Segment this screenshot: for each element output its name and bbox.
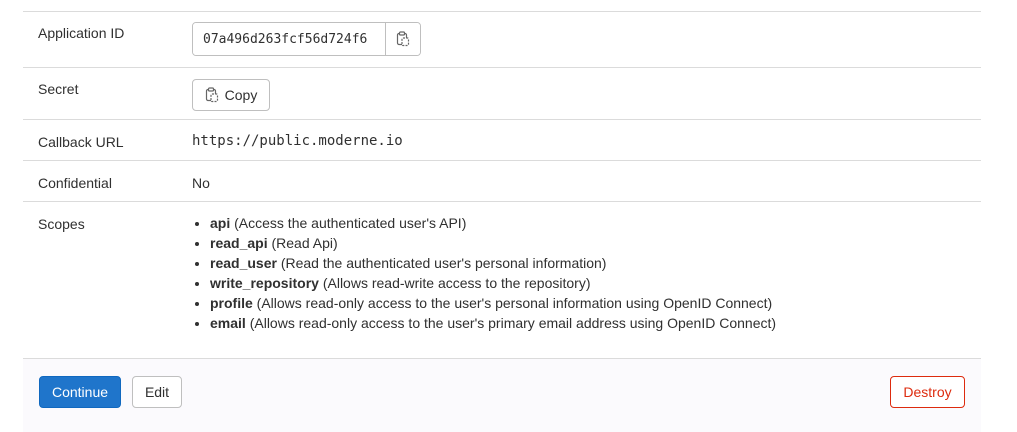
scope-name: email — [210, 315, 246, 331]
callback-url-label: Callback URL — [38, 134, 124, 150]
scope-item: profile (Allows read-only access to the … — [210, 293, 776, 313]
secret-row: Secret Copy — [23, 67, 981, 120]
confidential-value: No — [192, 175, 210, 191]
scope-item: read_api (Read Api) — [210, 233, 776, 253]
continue-button[interactable]: Continue — [39, 376, 121, 408]
confidential-row: Confidential No — [23, 160, 981, 202]
scope-item: email (Allows read-only access to the us… — [210, 313, 776, 333]
scope-item: api (Access the authenticated user's API… — [210, 213, 776, 233]
scope-name: api — [210, 215, 231, 231]
scopes-row: Scopes api (Access the authenticated use… — [23, 201, 981, 359]
scope-name: read_user — [210, 255, 277, 271]
scope-name: write_repository — [210, 275, 319, 291]
callback-url-row: Callback URL https://public.moderne.io — [23, 119, 981, 161]
scopes-list: api (Access the authenticated user's API… — [192, 213, 776, 333]
form-actions: Continue Edit Destroy — [23, 358, 981, 432]
application-id-group — [192, 22, 421, 56]
scope-name: read_api — [210, 235, 268, 251]
clipboard-icon — [205, 87, 219, 103]
scope-description: (Read the authenticated user's personal … — [280, 255, 607, 271]
callback-url-value: https://public.moderne.io — [192, 133, 403, 149]
copy-application-id-button[interactable] — [384, 23, 420, 55]
application-details-panel: Application ID Secret — [23, 0, 981, 432]
scope-description: (Allows read-only access to the user's p… — [256, 295, 773, 311]
application-id-field[interactable] — [193, 23, 385, 55]
clipboard-icon — [396, 31, 410, 47]
scope-description: (Allows read-write access to the reposit… — [322, 275, 591, 291]
scope-description: (Allows read-only access to the user's p… — [249, 315, 777, 331]
scope-description: (Read Api) — [271, 235, 338, 251]
destroy-button[interactable]: Destroy — [890, 376, 965, 408]
edit-button[interactable]: Edit — [132, 376, 182, 408]
secret-label: Secret — [38, 81, 79, 97]
scope-name: profile — [210, 295, 253, 311]
application-id-label: Application ID — [38, 25, 125, 41]
application-id-row: Application ID — [23, 11, 981, 68]
copy-secret-label: Copy — [224, 87, 258, 103]
scopes-label: Scopes — [38, 216, 85, 232]
scope-description: (Access the authenticated user's API) — [234, 215, 467, 231]
copy-secret-button[interactable]: Copy — [192, 79, 270, 111]
scope-item: write_repository (Allows read-write acce… — [210, 273, 776, 293]
confidential-label: Confidential — [38, 175, 112, 191]
scope-item: read_user (Read the authenticated user's… — [210, 253, 776, 273]
